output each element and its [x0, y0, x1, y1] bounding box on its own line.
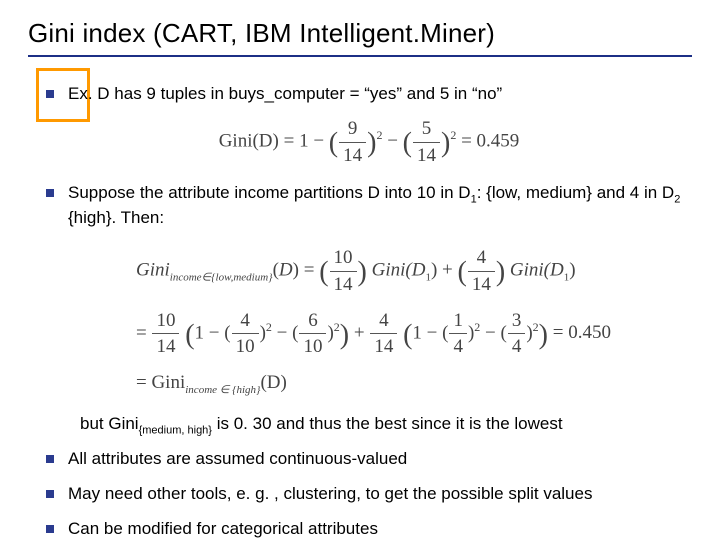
- bullet-example: Ex. D has 9 tuples in buys_computer = “y…: [46, 83, 692, 106]
- bullet-icon: [46, 490, 54, 498]
- bullet-icon: [46, 455, 54, 463]
- bullet-icon: [46, 189, 54, 197]
- bullet-suppose: Suppose the attribute income partitions …: [46, 182, 692, 230]
- bullet-text: Can be modified for categorical attribut…: [68, 519, 378, 538]
- bullet-categorical: Can be modified for categorical attribut…: [46, 518, 692, 540]
- bullet-text: Suppose the attribute income partitions …: [68, 183, 680, 227]
- bullet-text: Ex. D has 9 tuples in buys_computer = “y…: [68, 84, 502, 103]
- slide: Gini index (CART, IBM Intelligent.Miner)…: [0, 0, 720, 540]
- footer-bullets: All attributes are assumed continuous-va…: [46, 448, 692, 540]
- bullet-icon: [46, 90, 54, 98]
- bullet-continuous: All attributes are assumed continuous-va…: [46, 448, 692, 471]
- slide-title: Gini index (CART, IBM Intelligent.Miner): [28, 18, 692, 57]
- bullet-text: May need other tools, e. g. , clustering…: [68, 484, 592, 503]
- equation-split: Giniincome∈{low,medium}(D) = (1014) Gini…: [136, 245, 576, 297]
- content-area: Ex. D has 9 tuples in buys_computer = “y…: [46, 83, 692, 540]
- equation-result-value: = 0.450: [553, 320, 611, 346]
- bullet-text: All attributes are assumed continuous-va…: [68, 449, 407, 468]
- bullet-icon: [46, 525, 54, 533]
- equation-result-equality: = Giniincome ∈ {high}(D): [136, 370, 287, 398]
- equation-expanded: = 1014 (1 − (410)2 − (610)2) + 414 (1 − …: [136, 308, 548, 360]
- line-but-gini: but Gini{medium, high} is 0. 30 and thus…: [80, 413, 692, 438]
- bullet-clustering: May need other tools, e. g. , clustering…: [46, 483, 692, 506]
- equation-block: Giniincome∈{low,medium}(D) = (1014) Gini…: [136, 240, 692, 402]
- equation-gini-d: Gini(D) = 1 − (914)2 − (514)2 = 0.459: [46, 116, 692, 168]
